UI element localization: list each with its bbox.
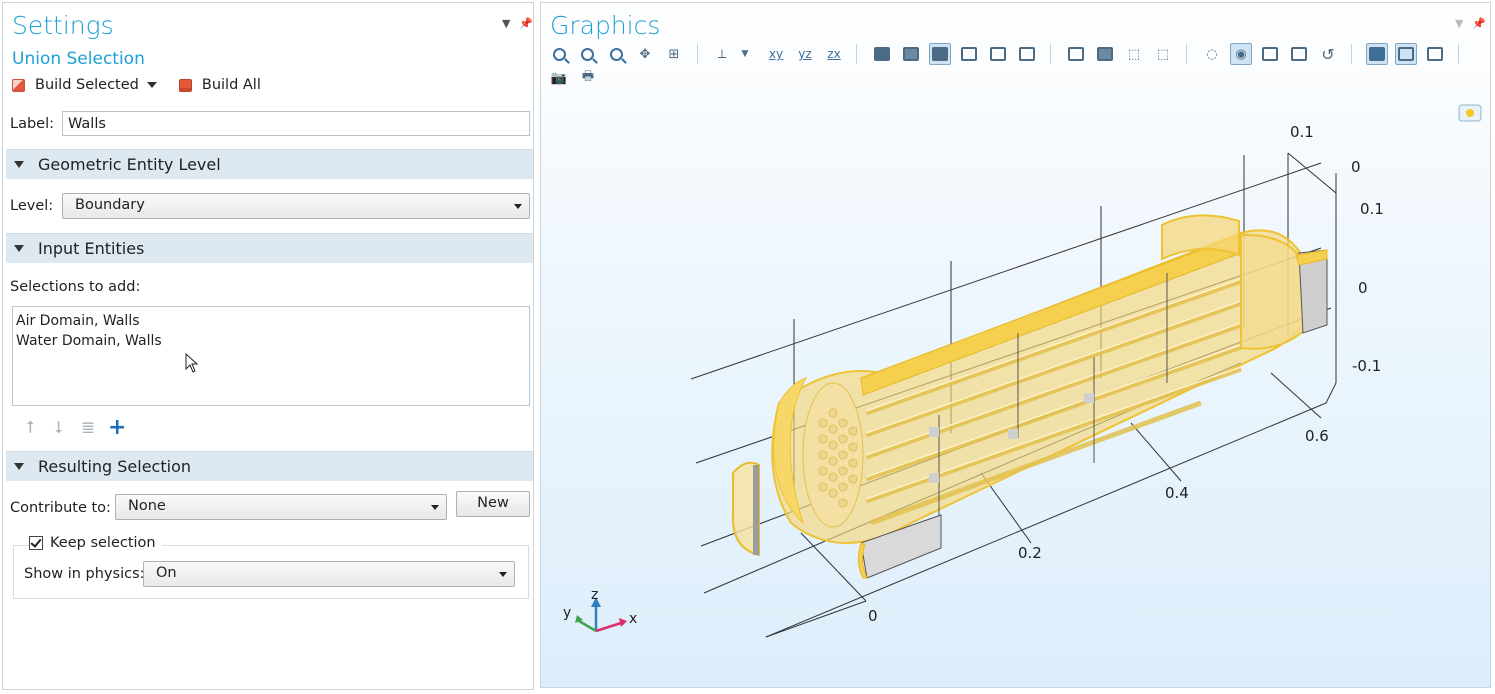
triad-x-label: x — [629, 611, 637, 627]
axis-triad: z x y — [563, 587, 637, 633]
move-down-icon[interactable]: ⭣ — [50, 418, 68, 438]
selections-list[interactable]: Air Domain, Walls Water Domain, Walls — [12, 306, 530, 406]
build-selected-button[interactable]: Build Selected — [35, 77, 139, 93]
section-input-entities[interactable]: Input Entities — [6, 233, 533, 263]
section-resulting-selection[interactable]: Resulting Selection — [6, 451, 533, 481]
contribute-value: None — [128, 498, 166, 514]
x-tick-label: 0.4 — [1165, 484, 1189, 502]
show-in-physics-select[interactable]: On — [143, 561, 515, 587]
settings-title: Settings — [12, 11, 114, 40]
y-tick-label: 0.1 — [1290, 123, 1314, 141]
settings-panel: Settings ▼ 📌 Union Selection Build Selec… — [2, 2, 534, 690]
x-tick-label: 0 — [868, 607, 878, 625]
list-toolbar: ⭡ ⭣ ≣ + — [21, 415, 126, 440]
triad-y-label: y — [563, 605, 571, 621]
label-input[interactable] — [62, 111, 530, 136]
level-caption: Level: — [10, 198, 54, 214]
show-in-physics-caption: Show in physics: — [24, 566, 145, 582]
keep-selection-label: Keep selection — [50, 535, 156, 551]
pin-icon[interactable]: 📌 — [519, 17, 533, 30]
panel-menu-icon[interactable]: ▼ — [502, 17, 510, 30]
x-tick-label: 0.2 — [1018, 544, 1042, 562]
checkbox-checked-icon[interactable] — [29, 536, 43, 550]
chevron-down-icon — [514, 204, 522, 209]
build-selected-icon — [12, 78, 25, 92]
section-geometric-entity-level[interactable]: Geometric Entity Level — [6, 149, 533, 179]
add-icon[interactable]: + — [108, 415, 126, 440]
chevron-down-icon — [431, 505, 439, 510]
build-all-icon — [178, 78, 192, 92]
collapse-icon[interactable] — [14, 161, 24, 168]
collapse-icon[interactable] — [14, 463, 24, 470]
show-in-physics-value: On — [156, 565, 177, 581]
label-caption: Label: — [10, 116, 55, 132]
z-tick-label: 0.1 — [1360, 200, 1384, 218]
node-type-title: Union Selection — [12, 49, 145, 69]
x-tick-label: 0.6 — [1305, 427, 1329, 445]
level-select[interactable]: Boundary — [62, 193, 530, 219]
section-title: Resulting Selection — [38, 457, 191, 476]
z-tick-label: 0 — [1358, 279, 1368, 297]
collapse-icon[interactable] — [14, 245, 24, 252]
section-title: Input Entities — [38, 239, 145, 258]
level-value: Boundary — [75, 197, 145, 213]
build-toolbar: Build Selected Build All — [12, 75, 261, 95]
list-item[interactable]: Air Domain, Walls — [16, 311, 526, 331]
selections-caption: Selections to add: — [10, 279, 141, 295]
move-up-icon[interactable]: ⭡ — [21, 418, 39, 438]
new-button[interactable]: New — [456, 491, 530, 517]
z-tick-label: -0.1 — [1352, 357, 1381, 375]
section-title: Geometric Entity Level — [38, 155, 221, 174]
contribute-select[interactable]: None — [115, 494, 447, 520]
triad-z-label: z — [591, 587, 598, 603]
list-item[interactable]: Water Domain, Walls — [16, 331, 526, 351]
scene-light-icon[interactable] — [1458, 104, 1482, 122]
build-all-button[interactable]: Build All — [202, 77, 261, 93]
keep-selection-checkbox[interactable]: Keep selection — [29, 535, 162, 551]
contribute-caption: Contribute to: — [10, 500, 111, 516]
mouse-cursor-icon — [185, 353, 199, 373]
clear-list-icon[interactable]: ≣ — [79, 418, 97, 438]
graphics-panel[interactable]: Graphics ▼ 📌 ✥ ⊞ ⟂ ▼ xy yz zx ⬚ ⬚ ◌ ◉ ↺ — [540, 2, 1491, 688]
heat-exchanger-geometry[interactable] — [731, 214, 1328, 579]
graphics-canvas[interactable]: 0 0.2 0.4 0.6 0.1 0 0.1 0 -0.1 z x y — [541, 3, 1492, 689]
chevron-down-icon — [499, 572, 507, 577]
y-tick-label: 0 — [1351, 158, 1361, 176]
build-selected-dropdown-icon[interactable] — [146, 82, 157, 88]
